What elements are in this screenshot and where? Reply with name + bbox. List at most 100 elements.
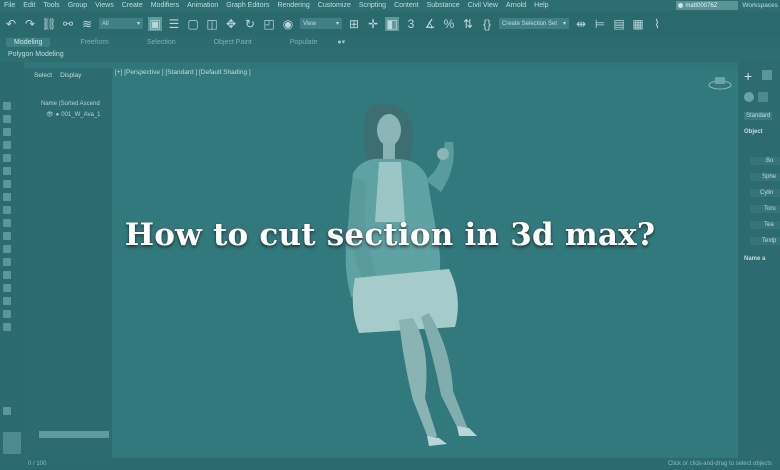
box-button[interactable] (750, 157, 780, 165)
list-item-label: 001_W_Ava_1 (61, 111, 101, 118)
reference-coordinate-select[interactable]: View ▾ (300, 18, 342, 29)
pivot-center-icon[interactable]: ⊞ (347, 17, 361, 31)
angle-snap-icon[interactable]: ∡ (423, 17, 437, 31)
menu-scripting[interactable]: Scripting (355, 2, 390, 9)
toggle-ribbon-icon[interactable]: ▦ (631, 17, 645, 31)
containers-filter-icon[interactable] (3, 271, 11, 279)
filter-icon[interactable] (3, 323, 11, 331)
time-slider-readout[interactable]: 0 / 100 (28, 461, 46, 467)
lights-filter-icon[interactable] (3, 180, 11, 188)
invert-display-icon[interactable] (3, 141, 11, 149)
tab-modeling[interactable]: Modeling (6, 37, 51, 47)
menu-help[interactable]: Help (530, 2, 552, 9)
select-icon[interactable] (3, 102, 11, 110)
user-name: matt00076Z (685, 2, 718, 9)
object-type-rollout[interactable]: Object (744, 129, 763, 135)
list-item[interactable]: 👁 ● 001_W_Ava_1 (46, 111, 101, 119)
menu-file[interactable]: File (0, 2, 19, 9)
display-all-icon[interactable] (3, 128, 11, 136)
cameras-filter-icon[interactable] (3, 193, 11, 201)
frozen-filter-icon[interactable] (3, 284, 11, 292)
geometry-filter-icon[interactable] (3, 154, 11, 162)
tab-select[interactable]: Select (34, 72, 52, 79)
torus-button-label: Toru (764, 206, 776, 212)
menu-tools[interactable]: Tools (39, 2, 63, 9)
rectangular-selection-icon[interactable]: ▢ (186, 17, 200, 31)
create-icon[interactable]: + (744, 68, 752, 84)
ribbon-panel: Polygon Modeling (0, 48, 780, 62)
layer-explorer-icon[interactable]: ▤ (612, 17, 626, 31)
menu-views[interactable]: Views (91, 2, 118, 9)
hidden-filter-icon[interactable] (3, 297, 11, 305)
select-by-name-icon[interactable]: ☰ (167, 17, 181, 31)
ribbon-options-icon[interactable]: ●▾ (337, 38, 345, 46)
place-icon[interactable]: ◉ (281, 17, 295, 31)
menu-rendering[interactable]: Rendering (273, 2, 313, 9)
menu-civil-view[interactable]: Civil View (464, 2, 502, 9)
menu-substance[interactable]: Substance (423, 2, 464, 9)
menu-content[interactable]: Content (390, 2, 423, 9)
bind-space-warp-icon[interactable]: ≋ (80, 17, 94, 31)
tab-display[interactable]: Display (60, 72, 81, 79)
mirror-icon[interactable]: ⇹ (574, 17, 588, 31)
menu-create[interactable]: Create (118, 2, 147, 9)
display-none-icon[interactable] (3, 115, 11, 123)
woman-model-figure[interactable] (113, 68, 738, 458)
menu-animation[interactable]: Animation (183, 2, 222, 9)
named-selection-set-select[interactable]: Create Selection Set ▾ (499, 18, 569, 29)
eye-icon[interactable]: 👁 (46, 111, 54, 118)
menu-arnold[interactable]: Arnold (502, 2, 530, 9)
all-filter-icon[interactable] (3, 310, 11, 318)
helpers-filter-icon[interactable] (3, 206, 11, 214)
bones-filter-icon[interactable] (3, 258, 11, 266)
menu-edit[interactable]: Edit (19, 2, 39, 9)
menubar-right: matt00076Z Workspaces (676, 0, 780, 11)
undo-icon[interactable]: ↶ (4, 17, 18, 31)
tab-freeform[interactable]: Freeform (72, 38, 116, 47)
keyboard-shortcut-override-icon[interactable]: ◧ (385, 16, 399, 31)
curve-editor-icon[interactable]: ⌇ (650, 17, 664, 31)
menu-modifiers[interactable]: Modifiers (147, 2, 183, 9)
modify-icon[interactable] (762, 70, 772, 80)
menu-graph-editors[interactable]: Graph Editors (222, 2, 273, 9)
window-crossing-icon[interactable]: ◫ (205, 17, 219, 31)
selection-filter-select[interactable]: All ▾ (99, 18, 143, 29)
play-icon[interactable] (3, 407, 11, 415)
move-icon[interactable]: ✥ (224, 17, 238, 31)
scale-icon[interactable]: ◰ (262, 17, 276, 31)
column-header-name[interactable]: Name (Sorted Ascend (41, 101, 100, 107)
tab-populate[interactable]: Populate (282, 38, 326, 47)
horizontal-scrollbar[interactable] (39, 431, 109, 438)
select-manipulate-icon[interactable]: ✛ (366, 17, 380, 31)
ribbon-panel-label[interactable]: Polygon Modeling (8, 51, 64, 58)
tab-object-paint[interactable]: Object Paint (206, 38, 260, 47)
shapes-category-icon[interactable] (758, 92, 768, 102)
menu-group[interactable]: Group (64, 2, 91, 9)
explorer-toolbar (0, 62, 24, 458)
rotate-icon[interactable]: ↻ (243, 17, 257, 31)
spinner-snap-icon[interactable]: ⇅ (461, 17, 475, 31)
link-icon[interactable]: ⛓ (41, 17, 56, 31)
ribbon-tabs: Modeling Freeform Selection Object Paint… (0, 36, 780, 48)
status-prompt: Click or click-and-drag to select object… (667, 461, 772, 467)
layer-tool-icon[interactable] (3, 432, 21, 454)
perspective-viewport[interactable]: [+] [Perspective ] [Standard ] [Default … (113, 68, 738, 458)
edit-named-selection-icon[interactable]: {} (480, 17, 494, 31)
chevron-down-icon: ▾ (335, 21, 339, 27)
geometry-category-icon[interactable] (744, 92, 754, 102)
object-icon: ● (55, 111, 60, 118)
workspaces-label[interactable]: Workspaces (742, 2, 780, 9)
snaps-toggle-icon[interactable]: 3 (404, 17, 418, 31)
select-object-icon[interactable]: ▣ (148, 16, 162, 31)
scene-explorer: Select Display Name (Sorted Ascend 👁 ● 0… (24, 68, 112, 458)
menu-customize[interactable]: Customize (314, 2, 355, 9)
user-account-dropdown[interactable]: matt00076Z (676, 1, 739, 10)
percent-snap-icon[interactable]: % (442, 17, 456, 31)
tab-selection[interactable]: Selection (139, 38, 184, 47)
shapes-filter-icon[interactable] (3, 167, 11, 175)
unlink-icon[interactable]: ⚯ (61, 17, 75, 31)
align-icon[interactable]: ⊨ (593, 17, 607, 31)
name-and-color-rollout[interactable]: Name a (744, 256, 765, 262)
object-category-dropdown[interactable]: Standard (744, 112, 773, 120)
redo-icon[interactable]: ↷ (23, 17, 37, 31)
